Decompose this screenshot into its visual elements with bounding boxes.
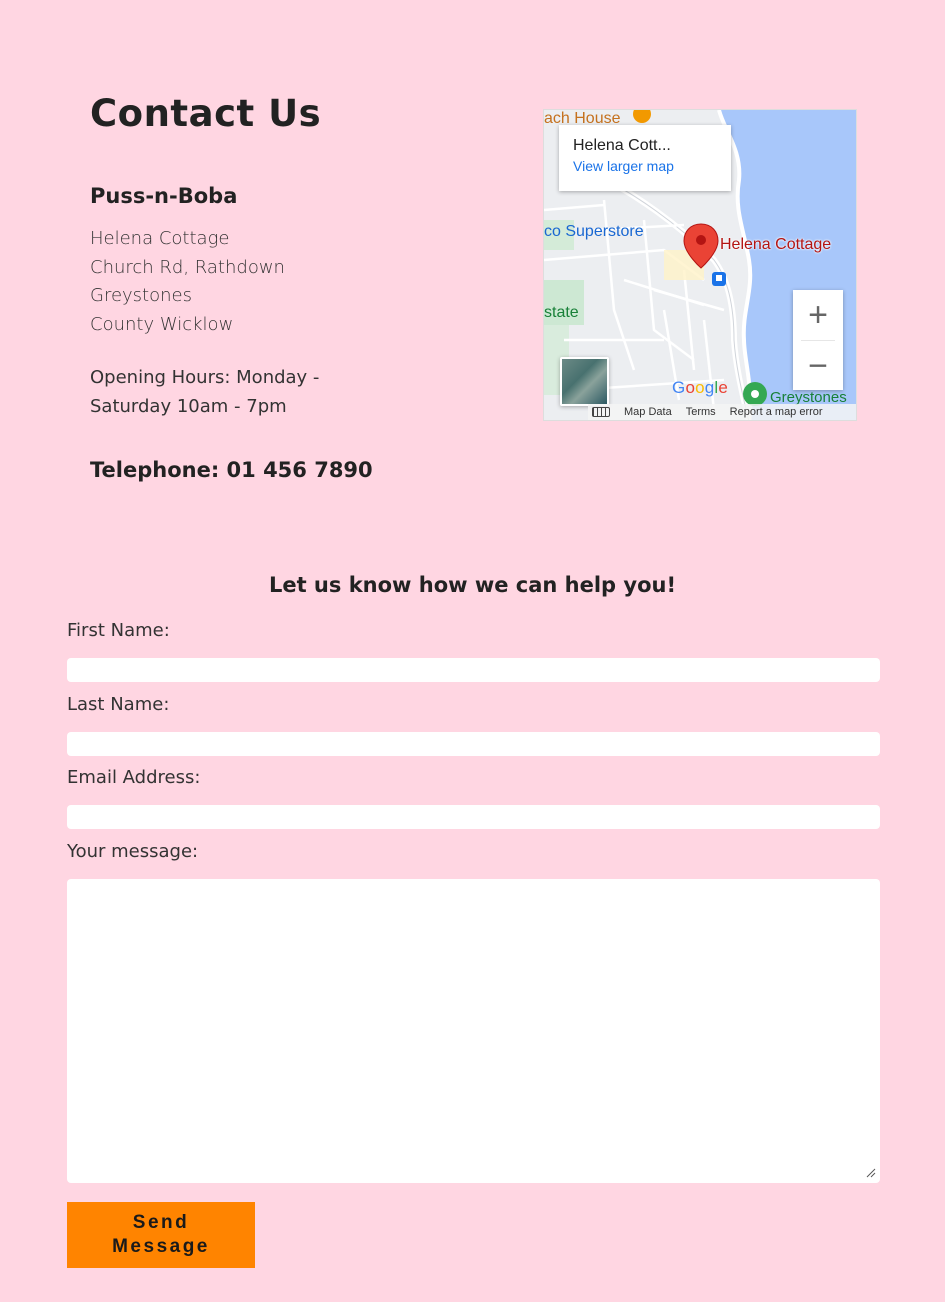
email-input[interactable] [67, 805, 880, 829]
first-name-input[interactable] [67, 658, 880, 682]
telephone: Telephone: 01 456 7890 [90, 458, 373, 482]
opening-hours: Opening Hours: Monday - Saturday 10am - … [90, 367, 320, 417]
map-data-link[interactable]: Map Data [624, 406, 672, 418]
google-logo-letter: o [685, 378, 696, 397]
map-label-state: state [544, 304, 579, 321]
google-logo: Google [672, 378, 728, 398]
google-logo-letter: e [718, 378, 729, 397]
map-infocard-place: Helena Cott... [573, 137, 671, 154]
last-name-label: Last Name: [67, 694, 170, 715]
send-message-button[interactable]: Send Message [67, 1202, 255, 1268]
first-name-label: First Name: [67, 620, 170, 641]
message-label: Your message: [67, 841, 199, 862]
terms-link[interactable]: Terms [686, 406, 716, 418]
map-footer: Map Data Terms Report a map error [588, 404, 856, 420]
business-address: Helena Cottage Church Rd, Rathdown Greys… [90, 225, 285, 339]
map-zoom-controls: + − [793, 290, 843, 390]
google-logo-letter: G [672, 378, 686, 397]
map-label-pin: Helena Cottage [720, 236, 832, 253]
resize-handle-icon[interactable] [866, 1168, 876, 1178]
view-larger-map-link[interactable]: View larger map [573, 158, 717, 174]
google-logo-letter: g [704, 378, 715, 397]
message-textarea[interactable] [67, 879, 880, 1183]
zoom-in-button[interactable]: + [793, 290, 843, 340]
satellite-toggle-button[interactable] [560, 357, 609, 406]
email-label: Email Address: [67, 767, 201, 788]
map-label-superstore: co Superstore [544, 223, 644, 240]
address-line: Church Rd, Rathdown [90, 256, 285, 278]
embedded-map[interactable]: ach House co Superstore Helena Cottage s… [543, 109, 857, 421]
address-line: Helena Cottage [90, 228, 230, 249]
address-line: Greystones [90, 285, 192, 306]
google-logo-letter: o [695, 378, 705, 397]
report-map-error-link[interactable]: Report a map error [730, 406, 823, 418]
form-heading: Let us know how we can help you! [268, 573, 677, 597]
keyboard-icon[interactable] [592, 407, 610, 417]
zoom-out-button[interactable]: − [793, 341, 843, 391]
address-line: County Wicklow [90, 313, 234, 335]
map-infocard: Helena Cott... View larger map [559, 125, 731, 191]
last-name-input[interactable] [67, 732, 880, 756]
business-name: Puss-n-Boba [90, 184, 238, 208]
page-title: Contact Us [90, 92, 322, 135]
